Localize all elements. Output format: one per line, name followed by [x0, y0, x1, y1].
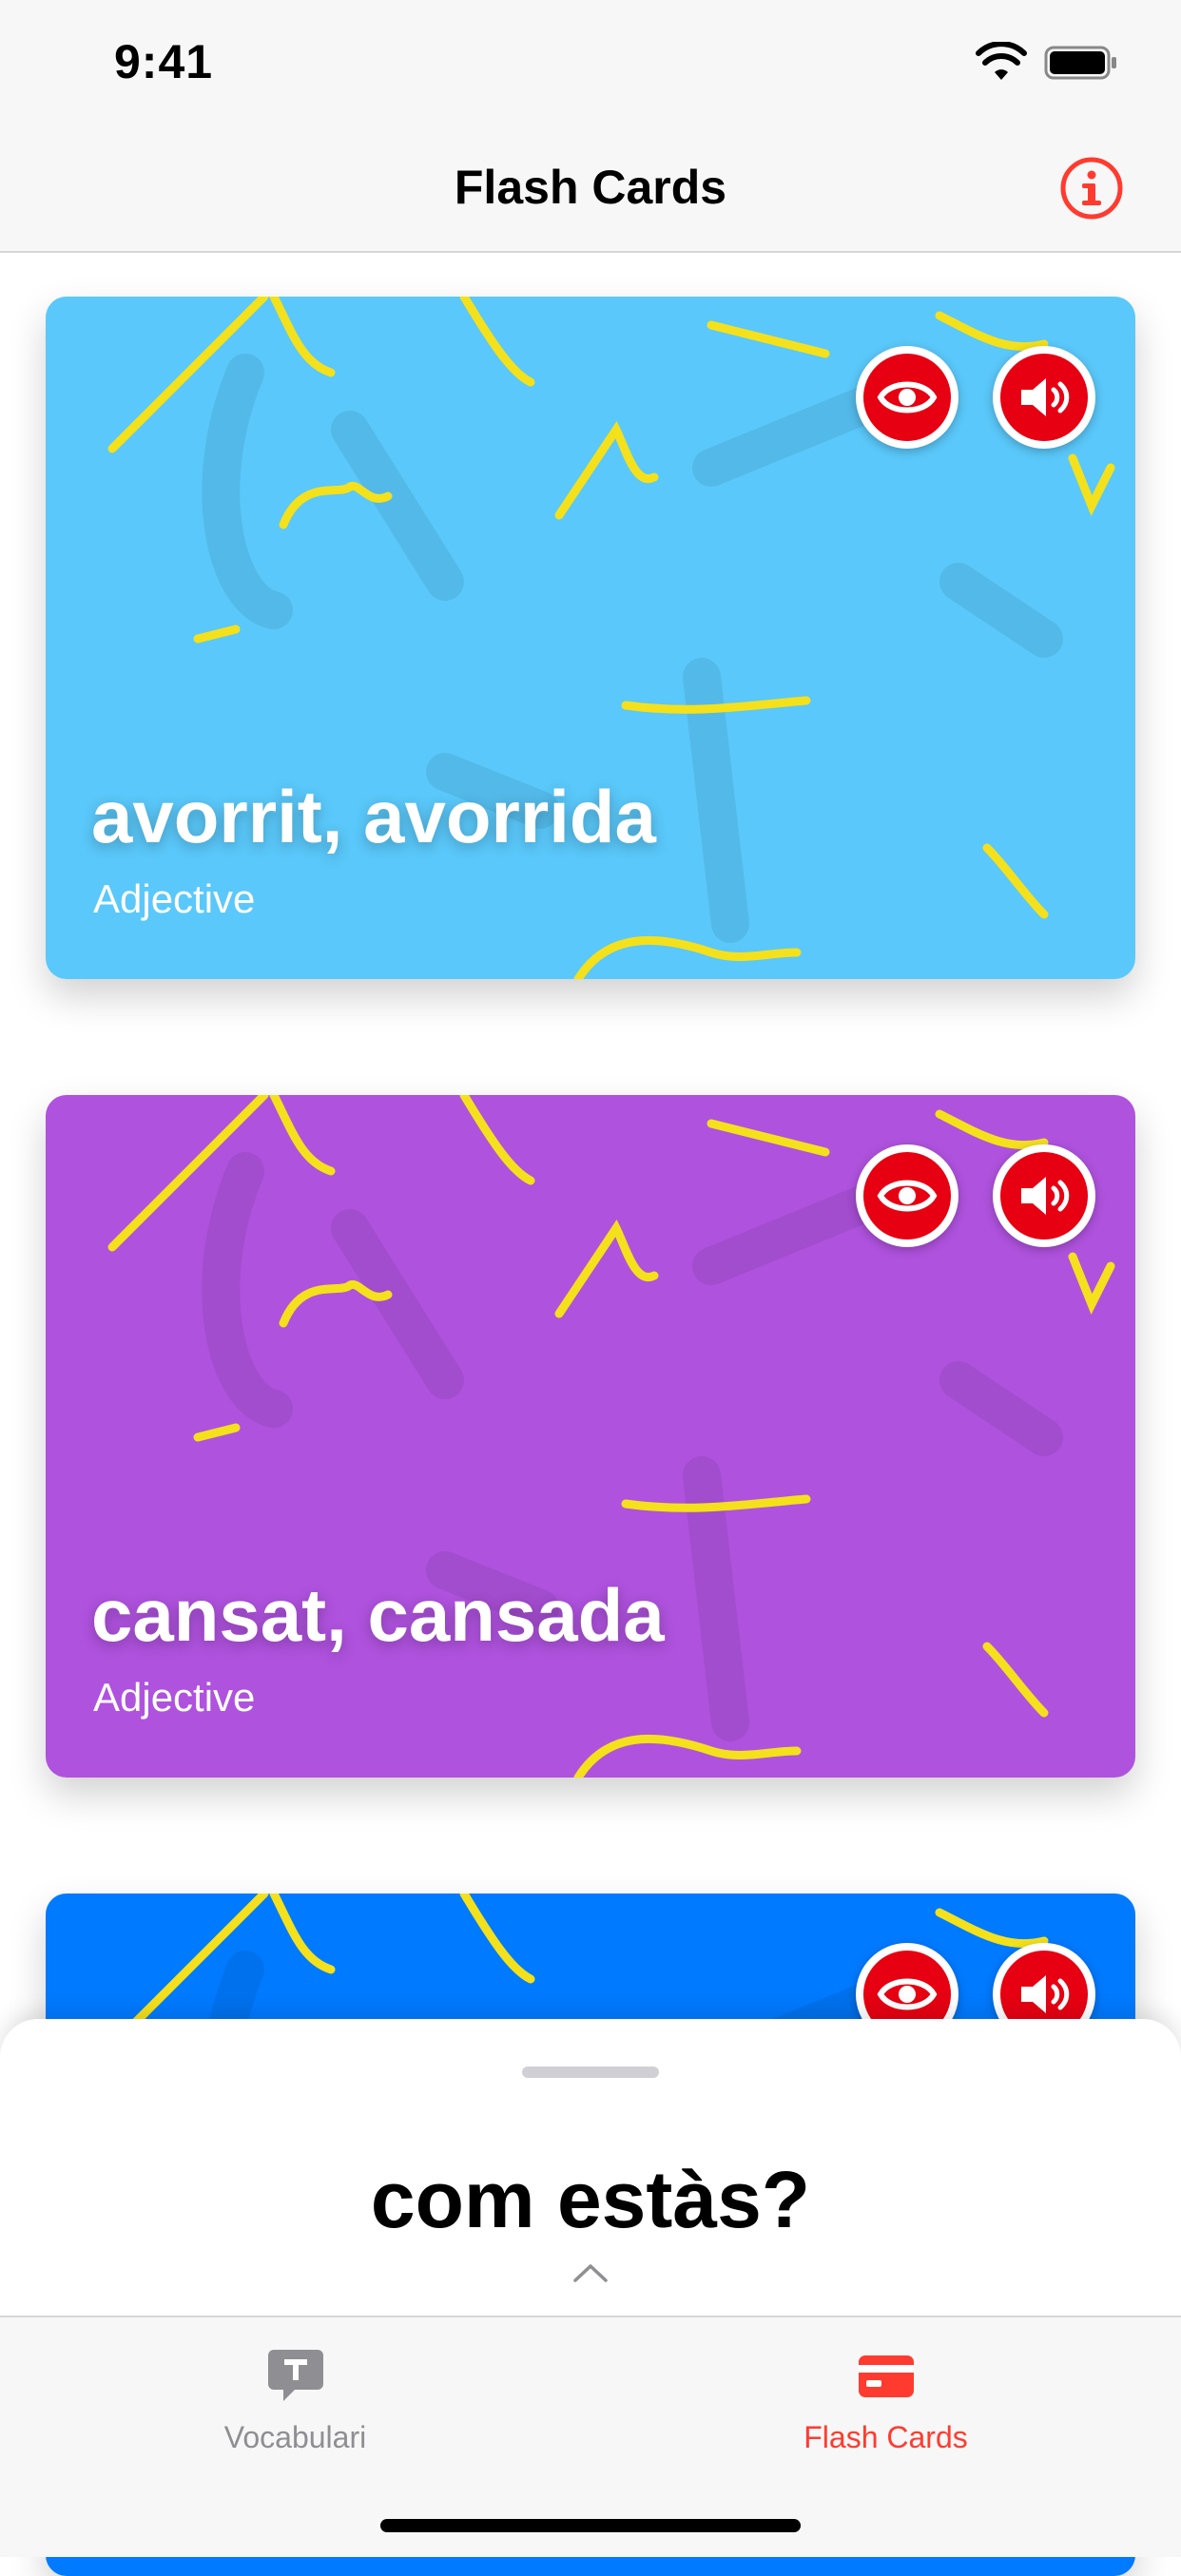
card-word-type: Adjective: [93, 1675, 256, 1720]
card-icon: [858, 2355, 914, 2397]
page-title: Flash Cards: [454, 161, 727, 214]
tab-flash-cards[interactable]: Flash Cards: [590, 2317, 1181, 2508]
chevron-up-icon[interactable]: [572, 2262, 609, 2283]
eye-icon: [877, 1180, 938, 1212]
status-time: 9:41: [114, 35, 214, 88]
wifi-icon: [976, 42, 1027, 80]
battery-icon: [1044, 46, 1116, 80]
speaker-icon: [1021, 378, 1070, 416]
sheet-phrase: com estàs?: [370, 2155, 811, 2244]
navigation-bar: Flash Cards: [0, 125, 1181, 253]
reveal-button[interactable]: [856, 1144, 958, 1247]
status-bar: 9:41: [0, 0, 1181, 125]
tab-vocabulari[interactable]: Vocabulari: [0, 2317, 590, 2508]
sheet-grabber[interactable]: [522, 2067, 659, 2078]
flash-card[interactable]: cansat, cansada Adjective: [46, 1095, 1135, 1778]
card-word-type: Adjective: [93, 876, 256, 921]
card-word: cansat, cansada: [91, 1573, 665, 1657]
play-sound-button[interactable]: [993, 346, 1095, 449]
speaker-icon: [1021, 1177, 1070, 1215]
reveal-button[interactable]: [856, 346, 958, 449]
bottom-sheet[interactable]: com estàs?: [0, 2019, 1181, 2317]
text-bubble-icon: [267, 2350, 323, 2401]
home-indicator: [380, 2519, 801, 2532]
play-sound-button[interactable]: [993, 1144, 1095, 1247]
tab-label: Vocabulari: [223, 2420, 367, 2454]
flash-card[interactable]: avorrit, avorrida Adjective: [46, 297, 1135, 979]
eye-icon: [877, 381, 938, 413]
tab-label: Flash Cards: [803, 2420, 968, 2454]
card-word: avorrit, avorrida: [91, 775, 656, 858]
info-circle-icon[interactable]: [1059, 156, 1124, 221]
